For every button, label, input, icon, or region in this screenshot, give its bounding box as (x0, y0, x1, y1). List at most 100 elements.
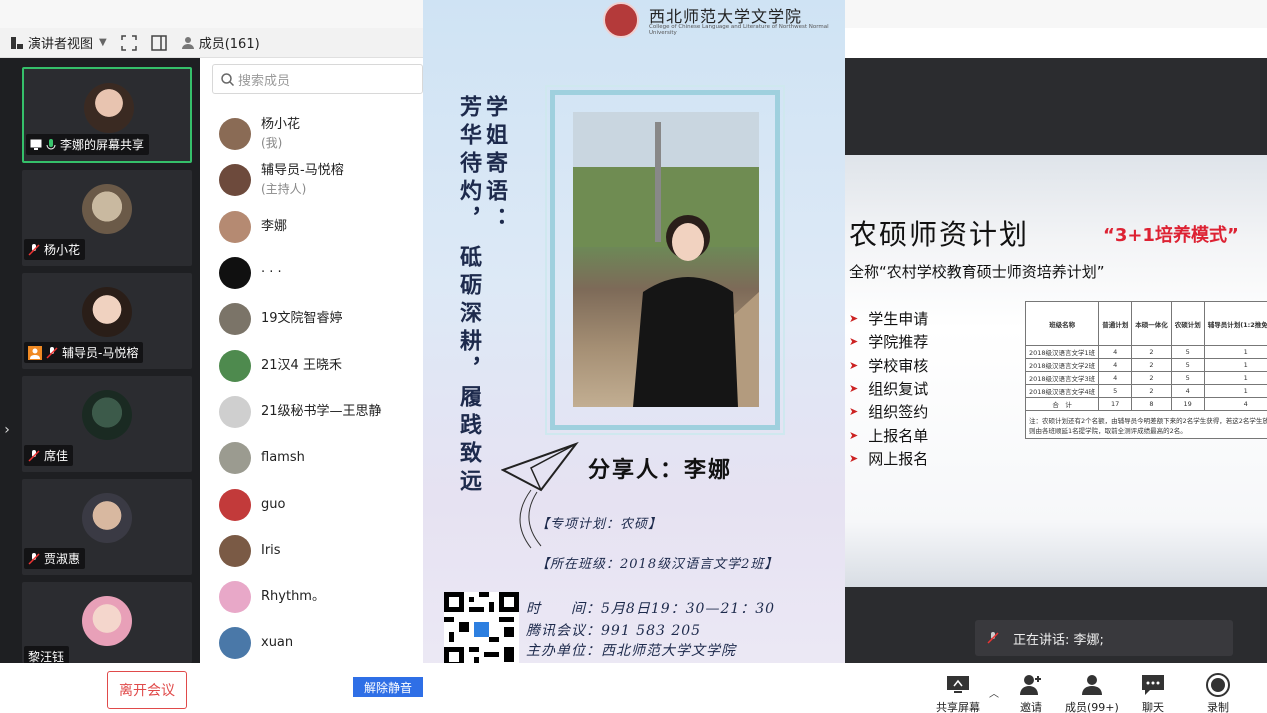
chevron-up-icon[interactable]: ︿ (989, 685, 999, 700)
table-cell: 5 (1098, 384, 1133, 398)
tile-name-label: 李娜的屏幕共享 (26, 134, 150, 155)
member-name: Rhythm。 (261, 589, 325, 605)
table-cell: 2 (1131, 358, 1172, 372)
member-row[interactable]: Rhythm。 (200, 574, 423, 620)
avatar (219, 581, 251, 614)
avatar (219, 349, 251, 382)
member-row[interactable]: 李娜 (200, 204, 423, 250)
video-tile[interactable]: 辅导员-马悦榕 (22, 273, 192, 369)
member-row[interactable]: flamsh (200, 435, 423, 481)
arrow-icon: ➤ (849, 405, 859, 419)
members-button[interactable]: 成员(99+) (1065, 673, 1119, 713)
unmute-all-button[interactable]: 解除静音 (353, 677, 423, 697)
table-note: 注：农硕计划还有2个名额，由辅导员今明差额下来的2名学生获得，若这2名学生放弃，… (1025, 410, 1267, 439)
member-role: (我) (261, 136, 283, 151)
slide-fullname: 全称“农村学校教育硕士师资培养计划” (849, 263, 1105, 281)
record-button[interactable]: 录制 (1206, 673, 1230, 713)
video-tile[interactable]: 李娜的屏幕共享 (22, 67, 192, 163)
table-cell: 4 (1098, 371, 1133, 385)
poster-heading-col3: 砥砺深耕，履践致远 (456, 245, 482, 497)
arrow-icon: ➤ (849, 312, 859, 326)
table-row: 2018级汉语言文学2班 4 2 5 1 (1024, 358, 1267, 372)
school-name-en: College of Chinese Language and Literatu… (649, 24, 829, 36)
member-name: Iris (261, 542, 281, 558)
table-cell: 8 (1131, 397, 1172, 411)
search-placeholder: 搜索成员 (238, 73, 291, 89)
avatar (219, 534, 251, 567)
member-row[interactable]: Iris (200, 528, 423, 574)
member-row[interactable]: guo (200, 481, 423, 527)
speaking-indicator: 正在讲话: 李娜; (975, 620, 1233, 656)
video-tile[interactable]: 黎汪钰 (22, 582, 192, 663)
arrow-icon: ➤ (849, 358, 859, 372)
video-tile[interactable]: 席佳 (22, 376, 192, 472)
university-seal (603, 2, 639, 38)
table-cell: 4 (1170, 384, 1205, 398)
share-screen-button[interactable]: 共享屏幕 (936, 673, 980, 713)
member-row[interactable]: 21汉4 王晓禾 (200, 342, 423, 388)
members-panel: 搜索成员 杨小花 (我) 辅导员-马悦榕 (主持人) 李娜 · · · 19文院智睿婷 21汉… (200, 58, 423, 663)
bottom-bar: 离开会议 解除静音 共享屏幕 ︿ 邀请 成员(99+) 聊天 录制 (0, 663, 1267, 713)
sharer-photo (573, 112, 759, 407)
member-role: (主持人) (261, 182, 307, 197)
member-name: xuan (261, 635, 294, 651)
step-item: ➤ 上报名单 (849, 426, 929, 445)
view-switch-button[interactable]: 演讲者视图 ▼ (10, 33, 107, 52)
member-row[interactable]: · · · (200, 250, 423, 296)
qr-code (444, 592, 519, 667)
member-name: 杨小花 (261, 117, 301, 133)
member-row[interactable]: xuan (200, 620, 423, 666)
chat-button[interactable]: 聊天 (1141, 673, 1165, 713)
meeting-toolbar: 演讲者视图 ▼ 成员(161) (0, 28, 423, 58)
member-row[interactable]: 辅导员-马悦榕 (主持人) (200, 157, 423, 203)
avatar (219, 303, 251, 336)
arrow-icon: ➤ (849, 428, 859, 442)
sharer-name: 分享人：李娜 (588, 457, 733, 483)
process-steps: ➤ 学生申请 ➤ 学院推荐 ➤ 学校审核 ➤ 组织复试 ➤ 组织签约 ➤ 上报名单 ➤ 网上报名 (849, 307, 928, 470)
avatar (82, 493, 132, 543)
avatar (82, 287, 132, 337)
tile-name-label: 辅导员-马悦榕 (24, 342, 144, 363)
table-cell: 2 (1131, 345, 1172, 359)
member-row[interactable]: 21级秘书学—王思静 (200, 389, 423, 435)
table-cell: 4 (1203, 397, 1267, 411)
table-cell: 2018级汉语言文学1班 (1024, 345, 1100, 359)
members-count-label: 成员(161) (198, 37, 260, 52)
table-cell: 5 (1170, 371, 1205, 385)
chevron-right-icon[interactable]: › (0, 415, 14, 445)
tile-name-label: 黎汪钰 (24, 646, 70, 663)
avatar (219, 442, 251, 475)
mic-muted-icon (46, 346, 58, 359)
table-cell: 1 (1203, 384, 1267, 398)
chat-icon (1142, 675, 1164, 695)
fullscreen-button[interactable] (120, 34, 137, 51)
table-header: 班级名称 (1024, 301, 1100, 346)
arrow-icon: ➤ (849, 451, 859, 465)
screen-share-icon (30, 139, 42, 150)
video-tile[interactable]: 贾淑惠 (22, 479, 192, 575)
member-list: 杨小花 (我) 辅导员-马悦榕 (主持人) 李娜 · · · 19文院智睿婷 21汉4 王晓禾… (200, 111, 423, 667)
tile-name-label: 席佳 (24, 445, 74, 466)
search-input[interactable]: 搜索成员 (212, 64, 423, 94)
layout-icon (11, 36, 23, 49)
members-toggle-button[interactable]: 成员(161) (181, 33, 260, 52)
member-row[interactable]: 杨小花 (我) (200, 111, 423, 157)
table-cell: 4 (1098, 358, 1133, 372)
leave-meeting-button[interactable]: 离开会议 (107, 671, 187, 709)
member-name: · · · (261, 265, 282, 281)
video-tile[interactable]: 杨小花 (22, 170, 192, 266)
table-header: 本硕一体化 (1131, 301, 1172, 346)
step-item: ➤ 学院推荐 (849, 333, 929, 352)
member-row[interactable]: 19文院智睿婷 (200, 296, 423, 342)
step-item: ➤ 学生申请 (849, 310, 929, 329)
member-name: flamsh (261, 450, 305, 466)
invite-button[interactable]: 邀请 (1019, 673, 1043, 713)
table-cell: 1 (1203, 371, 1267, 385)
table-header: 辅导员计划(1:2推免名额) (1203, 301, 1267, 346)
sidebar-toggle-button[interactable] (150, 34, 167, 51)
member-name: 李娜 (261, 218, 288, 234)
mic-muted-icon (987, 632, 999, 644)
member-name: 辅导员-马悦榕 (261, 163, 344, 179)
step-item: ➤ 组织复试 (849, 380, 929, 399)
fullscreen-icon (120, 34, 137, 51)
